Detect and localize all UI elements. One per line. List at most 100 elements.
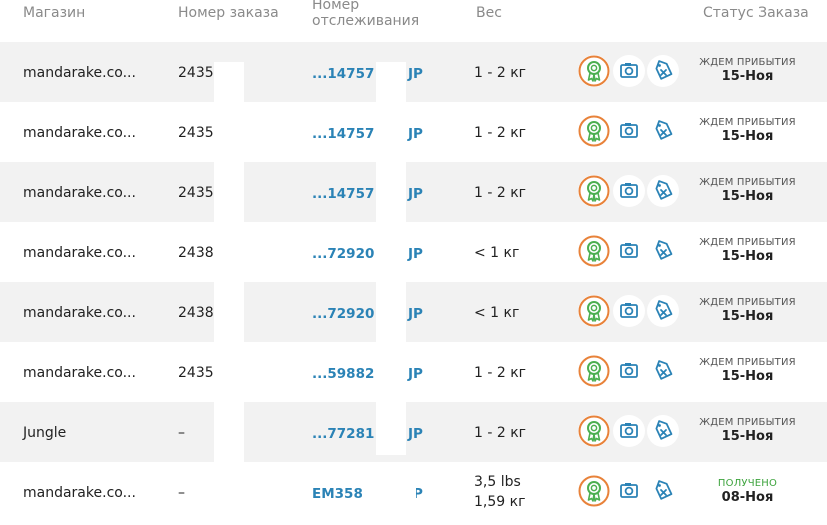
order-status: ЖДЕМ ПРИБЫТИЯ 15-Ноя: [690, 417, 805, 445]
tracking-number: ...59882: [312, 366, 375, 382]
order-status: ЖДЕМ ПРИБЫТИЯ 15-Ноя: [690, 297, 805, 325]
shop-name[interactable]: mandarake.co...: [23, 185, 136, 201]
camera-icon[interactable]: [613, 235, 645, 267]
status-label: ЖДЕМ ПРИБЫТИЯ: [699, 57, 796, 68]
row-actions: [577, 175, 687, 209]
weight-value: 3,5 lbs: [474, 474, 521, 490]
shop-name[interactable]: mandarake.co...: [23, 365, 136, 381]
award-badge-icon[interactable]: [578, 295, 610, 327]
tracking-number: ...14757: [312, 126, 375, 142]
status-label: ЖДЕМ ПРИБЫТИЯ: [699, 237, 796, 248]
weight-value: 1 - 2 кг: [474, 365, 527, 381]
order-status: ЖДЕМ ПРИБЫТИЯ 15-Ноя: [690, 237, 805, 265]
status-date: 15-Ноя: [721, 69, 774, 84]
tag-cancel-icon[interactable]: [647, 415, 679, 447]
weight: 3,5 lbs 1,59 кг: [474, 474, 525, 510]
order-number[interactable]: 2435: [178, 185, 214, 201]
weight: 1 - 2 кг: [474, 365, 526, 381]
tracking-number-link[interactable]: ...59882 JP: [312, 366, 423, 382]
order-number[interactable]: 2435: [178, 365, 214, 381]
order-status: ЖДЕМ ПРИБЫТИЯ 15-Ноя: [690, 57, 805, 85]
order-status: ЖДЕМ ПРИБЫТИЯ 15-Ноя: [690, 117, 805, 145]
shop-name[interactable]: mandarake.co...: [23, 305, 136, 321]
order-number[interactable]: 2438: [178, 305, 214, 321]
award-badge-icon[interactable]: [578, 355, 610, 387]
award-badge-icon[interactable]: [578, 415, 610, 447]
status-label: ЖДЕМ ПРИБЫТИЯ: [699, 417, 796, 428]
column-header-tracking-line1: Номер: [312, 0, 360, 13]
tracking-number-link[interactable]: ...77281 JP: [312, 426, 423, 442]
tag-cancel-icon[interactable]: [647, 295, 679, 327]
order-number[interactable]: –: [178, 425, 185, 441]
camera-icon[interactable]: [613, 415, 645, 447]
tracking-number-link[interactable]: ...14757 JP: [312, 186, 423, 202]
column-header-tracking[interactable]: Номер отслеживания: [312, 0, 419, 29]
column-header-shop[interactable]: Магазин: [23, 5, 85, 21]
award-badge-icon[interactable]: [578, 175, 610, 207]
table-row[interactable]: mandarake.co... 2435 ...59882 JP 1 - 2 кг ЖДЕ…: [0, 342, 827, 402]
tracking-number: ...14757: [312, 186, 375, 202]
camera-icon[interactable]: [613, 475, 645, 507]
column-header-status[interactable]: Статус Заказа: [703, 5, 809, 21]
tag-cancel-icon[interactable]: [647, 55, 679, 87]
tracking-suffix: JP: [408, 426, 423, 442]
tracking-suffix: JP: [408, 126, 423, 142]
status-date: 08-Ноя: [721, 490, 774, 505]
camera-icon[interactable]: [613, 175, 645, 207]
weight: 1 - 2 кг: [474, 185, 526, 201]
order-status: ЖДЕМ ПРИБЫТИЯ 15-Ноя: [690, 177, 805, 205]
order-number[interactable]: –: [178, 485, 185, 501]
tracking-number-link[interactable]: EM358JP: [312, 486, 423, 502]
order-number[interactable]: 2435: [178, 125, 214, 141]
tag-cancel-icon[interactable]: [647, 175, 679, 207]
weight-value: 1 - 2 кг: [474, 185, 527, 201]
table-header: Магазин Номер заказа Номер отслеживания …: [0, 0, 827, 42]
status-date: 15-Ноя: [721, 129, 774, 144]
redaction-mask-tracking: [376, 62, 406, 455]
shop-name[interactable]: mandarake.co...: [23, 125, 136, 141]
table-row[interactable]: mandarake.co... 2438 ...72920 JP < 1 кг ЖДЕМ …: [0, 222, 827, 282]
camera-icon[interactable]: [613, 115, 645, 147]
order-status: ЖДЕМ ПРИБЫТИЯ 15-Ноя: [690, 357, 805, 385]
column-header-tracking-line2: отслеживания: [312, 13, 420, 29]
tracking-number-link[interactable]: ...14757 JP: [312, 126, 423, 142]
camera-icon[interactable]: [613, 355, 645, 387]
tracking-number-link[interactable]: ...14757 JP: [312, 66, 423, 82]
status-date: 15-Ноя: [721, 369, 774, 384]
shop-name[interactable]: mandarake.co...: [23, 245, 136, 261]
table-row[interactable]: mandarake.co... 2438 ...72920 JP < 1 кг ЖДЕМ …: [0, 282, 827, 342]
tracking-number: ...72920: [312, 306, 375, 322]
award-badge-icon[interactable]: [578, 475, 610, 507]
weight-value: < 1 кг: [474, 305, 520, 321]
award-badge-icon[interactable]: [578, 235, 610, 267]
column-header-order[interactable]: Номер заказа: [178, 5, 279, 21]
order-number[interactable]: 2438: [178, 245, 214, 261]
camera-icon[interactable]: [613, 55, 645, 87]
tag-cancel-icon[interactable]: [647, 475, 679, 507]
table-row[interactable]: Jungle – ...77281 JP 1 - 2 кг ЖДЕМ ПРИБЫТИЯ 15…: [0, 402, 827, 462]
weight: < 1 кг: [474, 305, 519, 321]
shop-name[interactable]: mandarake.co...: [23, 485, 136, 501]
column-header-weight[interactable]: Вес: [476, 5, 502, 21]
tag-cancel-icon[interactable]: [647, 355, 679, 387]
tracking-number-link[interactable]: ...72920 JP: [312, 246, 423, 262]
tracking-suffix: JP: [408, 246, 423, 262]
status-date: 15-Ноя: [721, 189, 774, 204]
tracking-suffix: JP: [408, 306, 423, 322]
tag-cancel-icon[interactable]: [647, 115, 679, 147]
shop-name[interactable]: mandarake.co...: [23, 65, 136, 81]
shop-name[interactable]: Jungle: [23, 425, 66, 441]
tracking-number-link[interactable]: ...72920 JP: [312, 306, 423, 322]
table-row[interactable]: mandarake.co... 2435 ...14757 JP 1 - 2 кг ЖДЕ…: [0, 102, 827, 162]
status-label: ЖДЕМ ПРИБЫТИЯ: [699, 177, 796, 188]
camera-icon[interactable]: [613, 295, 645, 327]
row-actions: [577, 295, 687, 329]
row-actions: [577, 115, 687, 149]
award-badge-icon[interactable]: [578, 115, 610, 147]
order-number[interactable]: 2435: [178, 65, 214, 81]
tag-cancel-icon[interactable]: [647, 235, 679, 267]
table-row[interactable]: mandarake.co... 2435 ...14757 JP 1 - 2 кг ЖДЕ…: [0, 42, 827, 102]
weight: 1 - 2 кг: [474, 425, 526, 441]
award-badge-icon[interactable]: [578, 55, 610, 87]
table-row[interactable]: mandarake.co... 2435 ...14757 JP 1 - 2 кг ЖДЕ…: [0, 162, 827, 222]
